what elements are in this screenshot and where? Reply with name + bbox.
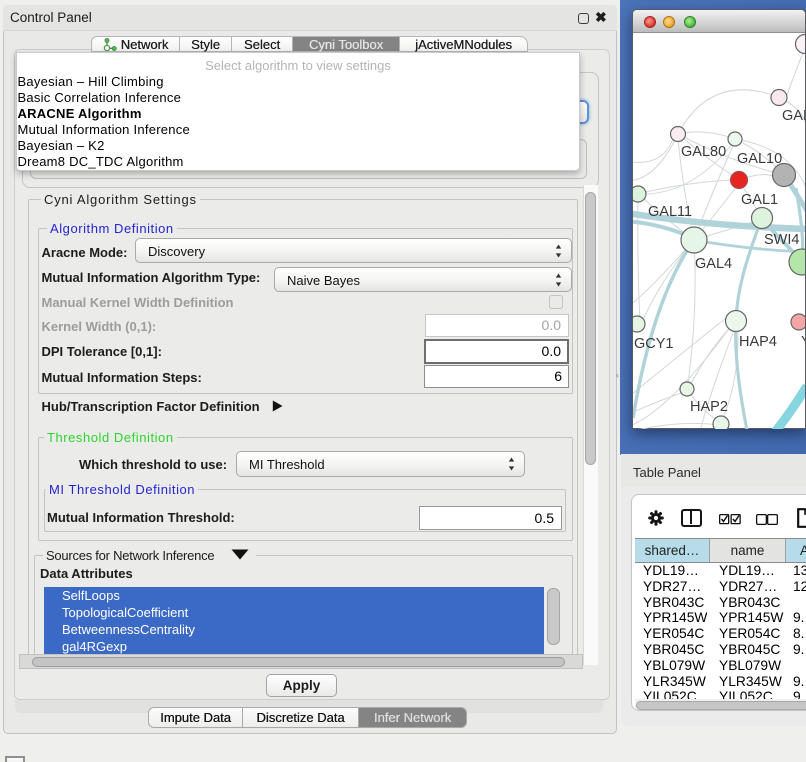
svg-text:GAL80: GAL80 [681, 144, 726, 160]
svg-text:GAL1: GAL1 [741, 192, 778, 208]
svg-text:GAL11: GAL11 [648, 204, 692, 220]
svg-text:GAL7: GAL7 [782, 108, 805, 124]
svg-text:YB: YB [801, 334, 805, 350]
svg-text:GAL4: GAL4 [695, 256, 732, 272]
svg-text:HAP2: HAP2 [690, 399, 728, 415]
svg-text:HAP4: HAP4 [739, 334, 777, 350]
svg-text:SWI4: SWI4 [764, 232, 799, 248]
svg-text:GAL10: GAL10 [737, 151, 782, 167]
svg-text:GCY1: GCY1 [634, 336, 674, 352]
